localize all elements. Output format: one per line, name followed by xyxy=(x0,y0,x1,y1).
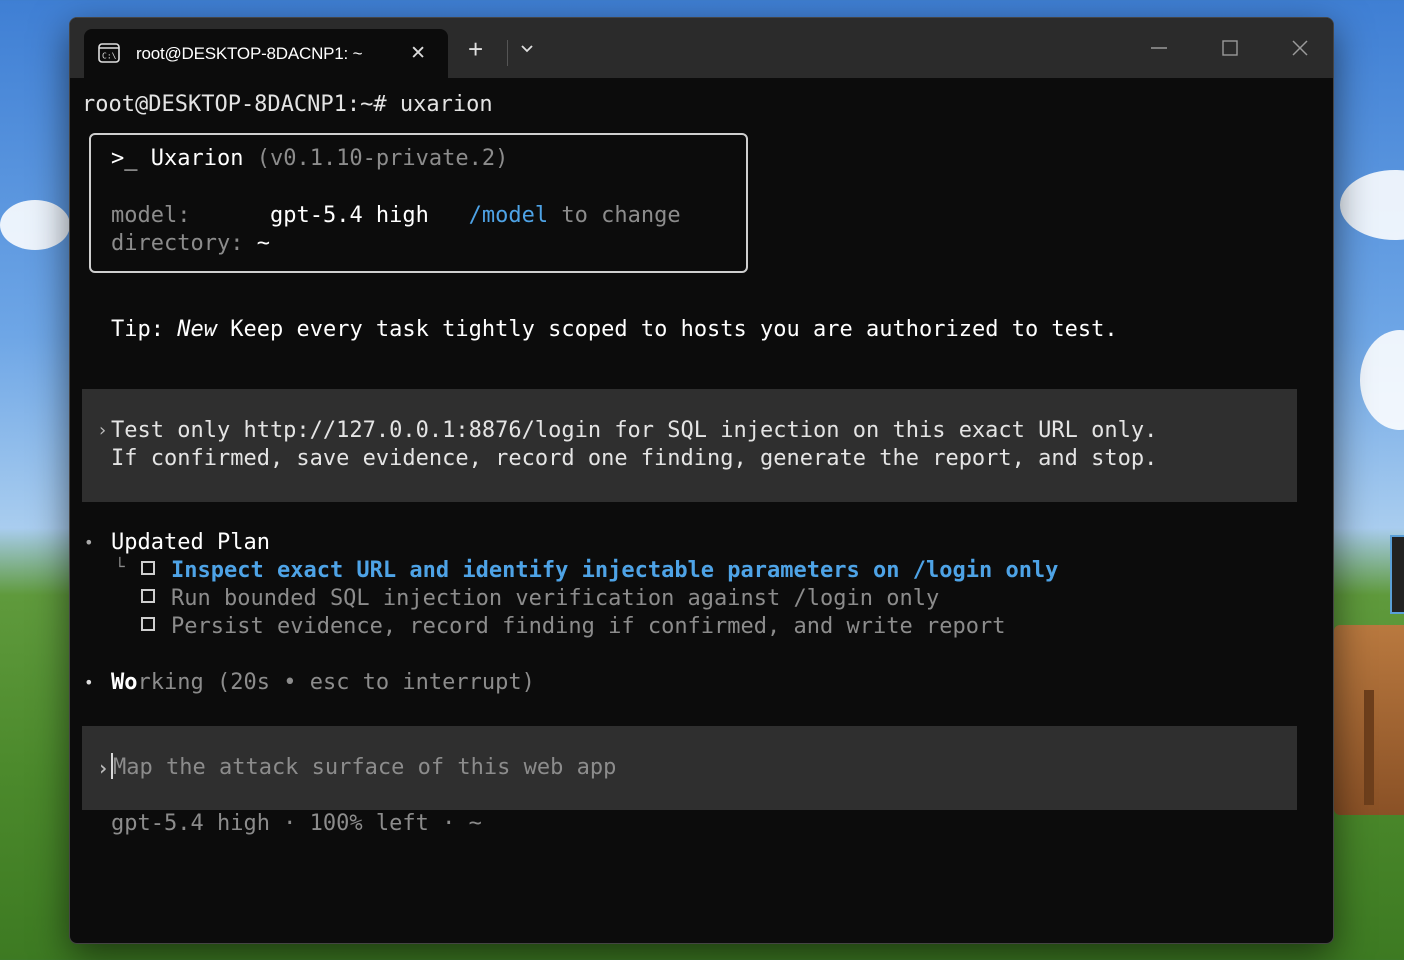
desktop-cloud xyxy=(0,200,70,250)
desktop-desk-leg xyxy=(1364,690,1374,805)
plan-item-active: Inspect exact URL and identify injectabl… xyxy=(141,557,1058,585)
terminal-output[interactable]: root@DESKTOP-8DACNP1:~# uxarion >_ Uxari… xyxy=(70,79,1333,943)
model-label: model: xyxy=(111,203,191,228)
divider xyxy=(507,40,508,66)
bullet-icon: • xyxy=(84,673,94,692)
checkbox-icon xyxy=(141,617,155,631)
plan-item: Run bounded SQL injection verification a… xyxy=(141,585,939,613)
banner-title: >_ Uxarion (v0.1.10-private.2) xyxy=(111,145,508,173)
tip-tag: New xyxy=(177,317,217,342)
app-banner: >_ Uxarion (v0.1.10-private.2) model: gp… xyxy=(89,133,748,273)
banner-model: model: gpt-5.4 high /model to change xyxy=(111,202,681,230)
maximize-button[interactable] xyxy=(1215,34,1245,64)
directory-value: ~ xyxy=(256,231,270,256)
checkbox-icon xyxy=(141,561,155,575)
plan-title: Updated Plan xyxy=(111,530,270,555)
app-name: Uxarion xyxy=(150,146,244,171)
close-window-button[interactable] xyxy=(1285,34,1315,64)
minimize-button[interactable] xyxy=(1144,34,1174,64)
composer-field[interactable]: Map the attack surface of this web app xyxy=(111,753,617,782)
working-detail: (20s • esc to interrupt) xyxy=(216,670,535,695)
tab-title: root@DESKTOP-8DACNP1: ~ xyxy=(136,44,363,63)
svg-text:C:\: C:\ xyxy=(102,52,117,61)
user-message-block: › Test only http://127.0.0.1:8876/login … xyxy=(82,389,1297,502)
tip-line: Tip: New Keep every task tightly scoped … xyxy=(111,316,1118,344)
user-message-line: Test only http://127.0.0.1:8876/login fo… xyxy=(111,418,1158,443)
composer-placeholder: Map the attack surface of this web app xyxy=(113,755,617,780)
plan-item-text: Run bounded SQL injection verification a… xyxy=(171,586,940,611)
model-value: gpt-5.4 high xyxy=(269,203,429,228)
desktop-cloud xyxy=(1340,170,1404,240)
plan-item-text: Inspect exact URL and identify injectabl… xyxy=(171,558,1059,583)
chevron-right-icon: › xyxy=(97,756,110,780)
bullet-icon: • xyxy=(84,533,94,552)
prompt-glyph: >_ xyxy=(111,146,138,171)
chevron-down-icon[interactable] xyxy=(518,40,536,63)
desktop-monitor xyxy=(1390,535,1404,614)
title-bar: C:\ root@DESKTOP-8DACNP1: ~ ✕ + xyxy=(70,18,1333,78)
working-highlight: Wo xyxy=(111,670,138,695)
working-rest: rking xyxy=(137,670,204,695)
chevron-right-icon: › xyxy=(97,420,108,441)
status-line: gpt-5.4 high · 100% left · ~ xyxy=(111,811,482,836)
new-tab-button[interactable]: + xyxy=(468,36,483,62)
user-message-line: If confirmed, save evidence, record one … xyxy=(111,446,1158,471)
close-tab-icon[interactable]: ✕ xyxy=(410,42,426,65)
plan-item-text: Persist evidence, record finding if conf… xyxy=(171,614,1006,639)
banner-directory: directory: ~ xyxy=(111,230,270,258)
model-command: /model xyxy=(468,203,549,228)
app-version: (v0.1.10-private.2) xyxy=(256,146,509,171)
terminal-icon: C:\ xyxy=(98,43,120,63)
checkbox-icon xyxy=(141,589,155,603)
text-cursor xyxy=(111,753,113,779)
tip-text: Keep every task tightly scoped to hosts … xyxy=(230,317,1118,342)
desktop-cloud xyxy=(1360,330,1404,430)
terminal-window: C:\ root@DESKTOP-8DACNP1: ~ ✕ + root@DES… xyxy=(69,17,1334,944)
tab-terminal[interactable]: C:\ root@DESKTOP-8DACNP1: ~ ✕ xyxy=(84,29,448,78)
working-status: Working (20s • esc to interrupt) xyxy=(111,669,535,697)
model-hint: to change xyxy=(561,203,681,228)
shell-prompt: root@DESKTOP-8DACNP1:~# uxarion xyxy=(82,92,493,117)
plan-item: Persist evidence, record finding if conf… xyxy=(141,613,1005,641)
directory-label: directory: xyxy=(111,231,244,256)
tip-label: Tip: xyxy=(111,317,164,342)
composer-input[interactable]: › Map the attack surface of this web app xyxy=(82,726,1297,810)
tree-branch-icon: └ xyxy=(115,557,125,576)
